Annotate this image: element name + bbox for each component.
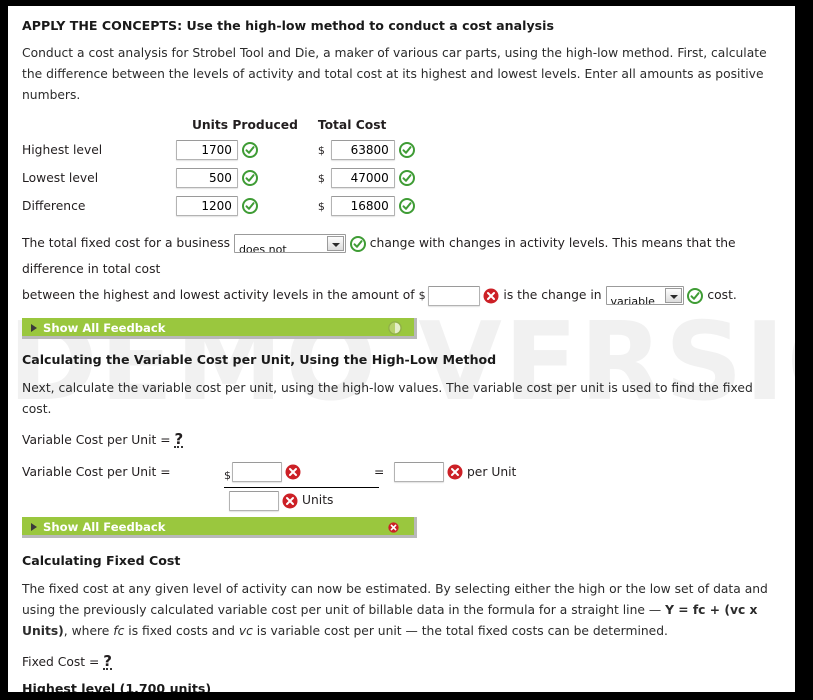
units-cell [175, 168, 314, 188]
hint-question-mark[interactable]: ? [174, 431, 184, 448]
expand-triangle-icon [31, 323, 37, 332]
lowest-cost-input[interactable] [330, 168, 395, 188]
paragraph-line-b3: is fixed costs [124, 623, 208, 638]
difference-cost-input[interactable] [330, 196, 395, 216]
table-row: Difference $ [22, 196, 781, 224]
highest-units-input[interactable] [175, 140, 238, 160]
correct-icon [241, 142, 258, 158]
paragraph-line-c1: and [211, 623, 239, 638]
fixed-cost-hint-row: Fixed Cost = ? [22, 653, 781, 670]
correct-icon [398, 142, 415, 158]
denominator-input[interactable] [229, 490, 279, 511]
highest-cost-input[interactable] [330, 140, 395, 160]
incorrect-icon [282, 493, 298, 509]
statement-part-3: between the highest and lowest activity … [22, 288, 415, 302]
table-row: Highest level $ [22, 140, 781, 168]
high-low-table: Units Produced Total Cost Highest level … [22, 118, 781, 224]
numerator-input[interactable] [232, 461, 282, 482]
paragraph-line-c2: is variable cost per unit — the total fi… [252, 623, 668, 638]
fixed-cost-title: Calculating Fixed Cost [22, 552, 181, 568]
cost-cell: $ [317, 140, 415, 160]
hint-question-mark[interactable]: ? [103, 653, 112, 670]
page-title: APPLY THE CONCEPTS: Use the high-low met… [22, 18, 554, 33]
paragraph-line-b1: previously calculated variable cost per … [83, 602, 666, 617]
denominator-unit-label: Units [302, 492, 334, 507]
currency-symbol: $ [418, 288, 426, 302]
difference-units-input[interactable] [175, 196, 238, 216]
cost-cell: $ [317, 196, 415, 216]
group-heading: Highest level (1,700 units) [22, 680, 212, 693]
variable-cost-intro: Next, calculate the variable cost per un… [22, 380, 753, 416]
statement-part-1: The total fixed cost for a business [22, 236, 231, 250]
equals-sign: = [374, 464, 385, 479]
currency-symbol: $ [317, 171, 325, 185]
fixed-cost-statement: The total fixed cost for a business does… [22, 230, 781, 309]
result-unit-label: per Unit [467, 464, 517, 479]
correct-icon [687, 287, 704, 304]
expand-triangle-icon [31, 522, 37, 531]
fraction-bar [224, 486, 379, 488]
show-all-feedback-bar[interactable]: Show All Feedback [22, 516, 417, 538]
units-cell [175, 196, 314, 216]
fc-italic: fc [113, 623, 125, 638]
feedback-bar-label: Show All Feedback [43, 320, 166, 335]
incorrect-icon [285, 464, 301, 480]
chevron-down-icon [664, 288, 682, 303]
statement-part-5: cost. [707, 288, 737, 302]
select-value: variable [610, 295, 655, 305]
variable-cost-hint-row: Variable Cost per Unit = ? [22, 431, 781, 448]
correct-icon [241, 170, 258, 186]
equation-label: Variable Cost per Unit = [22, 464, 171, 479]
result-input[interactable] [394, 461, 444, 482]
select-value: does not [238, 243, 287, 253]
worksheet-content: APPLY THE CONCEPTS: Use the high-low met… [8, 6, 795, 692]
lowest-units-input[interactable] [175, 168, 238, 188]
feedback-bar-label: Show All Feedback [43, 519, 166, 534]
correct-icon [241, 198, 258, 214]
currency-symbol: $ [317, 199, 325, 213]
column-header-units: Units Produced [191, 118, 298, 132]
does-not-select[interactable]: does not [233, 234, 346, 253]
variable-cost-formula-label: Variable Cost per Unit = [22, 432, 171, 447]
correct-icon [398, 198, 415, 214]
incorrect-icon [447, 464, 463, 480]
table-row: Lowest level $ [22, 168, 781, 196]
column-header-cost: Total Cost [317, 118, 387, 132]
row-label-highest: Highest level [22, 142, 103, 157]
row-label-lowest: Lowest level [22, 170, 99, 185]
statement-part-4: is the change in [503, 288, 602, 302]
intro-paragraph: Conduct a cost analysis for Strobel Tool… [22, 46, 767, 102]
incorrect-icon [483, 288, 499, 304]
currency-symbol: $ [317, 143, 325, 157]
table-header-row: Units Produced Total Cost [22, 118, 781, 140]
fixed-cost-label: Fixed Cost = [22, 654, 100, 669]
paragraph-line-b2: , where [63, 623, 114, 638]
chevron-down-icon [326, 236, 344, 251]
partial-status-icon [388, 320, 404, 337]
units-cell [175, 140, 314, 160]
show-all-feedback-bar[interactable]: Show All Feedback [22, 317, 417, 339]
incorrect-status-icon [388, 521, 404, 538]
fixed-cost-paragraph: The fixed cost at any given level of act… [22, 579, 781, 642]
correct-icon [349, 235, 366, 252]
variable-select[interactable]: variable [605, 286, 684, 305]
variable-cost-equation: Variable Cost per Unit = $ Units = per U… [22, 459, 781, 513]
correct-icon [398, 170, 415, 186]
row-label-difference: Difference [22, 198, 86, 213]
variable-cost-title: Calculating the Variable Cost per Unit, … [22, 351, 497, 367]
amount-input[interactable] [427, 285, 480, 306]
worksheet-page: DEMO VERSION APPLY THE CONCEPTS: Use the… [8, 6, 795, 692]
cost-cell: $ [317, 168, 415, 188]
vc-italic: vc [238, 623, 253, 638]
highest-level-group: Highest level (1,700 units) Fixed Cost =… [22, 681, 781, 693]
